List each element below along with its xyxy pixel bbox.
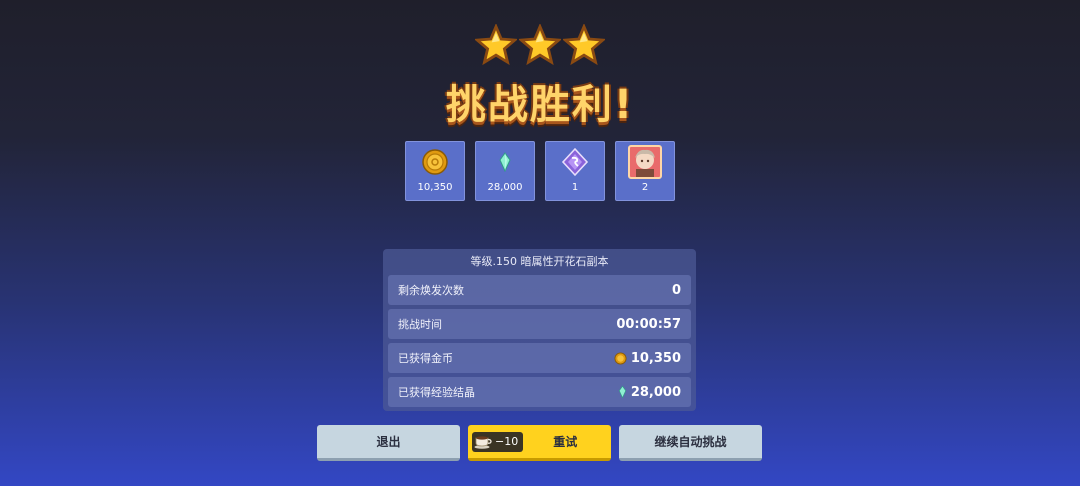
reward-item[interactable]: 2: [615, 141, 675, 201]
star-rating: [0, 24, 1080, 66]
retry-cost: −10: [472, 431, 524, 452]
reward-item[interactable]: 28,000: [475, 141, 535, 201]
character-portrait-icon: [628, 142, 662, 182]
exp-crystal-icon: [618, 385, 626, 399]
exp-crystal-icon: [498, 142, 512, 182]
retry-label: 重试: [553, 435, 578, 449]
continue-auto-challenge-button[interactable]: 继续自动挑战: [619, 425, 762, 461]
stage-info: 等级.150 暗属性开花石副本: [470, 255, 609, 268]
stat-value: 0: [671, 282, 681, 298]
victory-title: 挑战胜利!: [445, 82, 635, 128]
exit-button[interactable]: 退出: [317, 425, 460, 461]
gold-coin-icon: [614, 351, 627, 365]
stat-value: 28,000: [618, 385, 681, 400]
stat-row-gold: 已获得金币 10,350: [388, 343, 691, 373]
stat-label: 剩余焕发次数: [398, 284, 464, 297]
reward-quantity: 2: [641, 182, 649, 193]
reward-quantity: 28,000: [487, 182, 523, 193]
stat-label: 已获得金币: [398, 352, 453, 365]
stat-label: 挑战时间: [398, 318, 442, 331]
gold-coin-icon: [421, 142, 449, 182]
reward-item[interactable]: 1: [545, 141, 605, 201]
reward-list: 10,350 28,000 1 2: [0, 141, 1080, 201]
stat-value: 10,350: [614, 351, 681, 366]
star-icon: [475, 24, 517, 66]
stat-label: 已获得经验结晶: [398, 386, 475, 399]
stat-row-remaining: 剩余焕发次数 0: [388, 275, 691, 305]
battle-summary-panel: 等级.150 暗属性开花石副本 剩余焕发次数 0 挑战时间 00:00:57 已…: [383, 249, 696, 411]
reward-item[interactable]: 10,350: [405, 141, 465, 201]
star-icon: [519, 24, 561, 66]
reward-quantity: 10,350: [417, 182, 453, 193]
stat-row-exp: 已获得经验结晶 28,000: [388, 377, 691, 407]
purple-gem-icon: [561, 142, 589, 182]
retry-button[interactable]: −10 重试: [468, 425, 611, 461]
star-icon: [563, 24, 605, 66]
stat-row-time: 挑战时间 00:00:57: [388, 309, 691, 339]
reward-quantity: 1: [571, 182, 579, 193]
coffee-cup-icon: [474, 435, 492, 449]
stat-value: 00:00:57: [616, 316, 681, 332]
